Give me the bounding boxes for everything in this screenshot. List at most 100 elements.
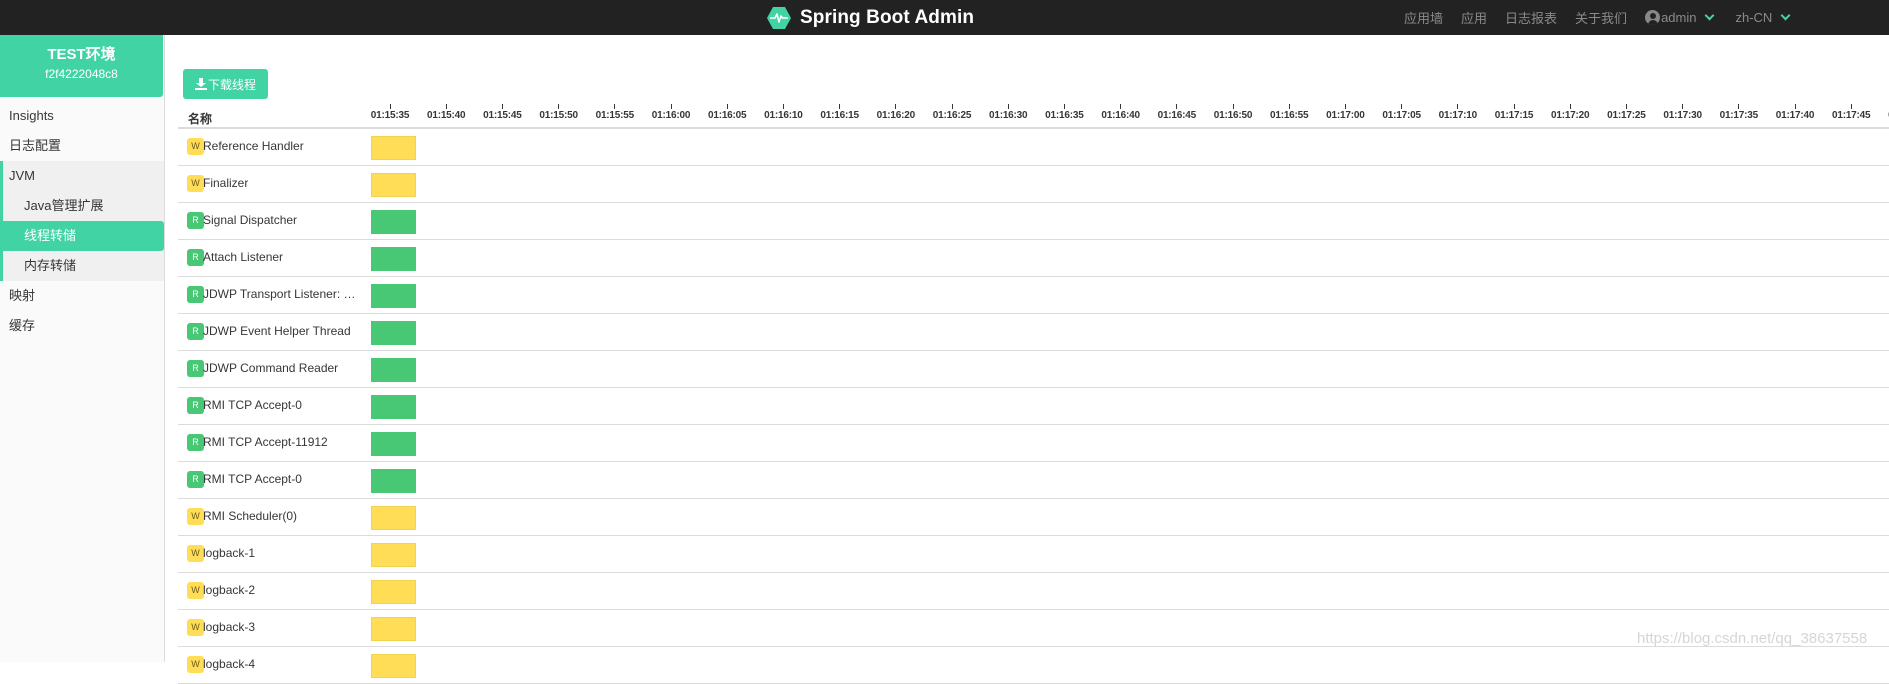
thread-row[interactable]: R Attach Listener <box>178 240 1889 277</box>
thread-name: JDWP Command Reader <box>203 361 339 375</box>
tick-label: 01:17:35 <box>1719 110 1759 121</box>
thread-state-badge: R <box>187 323 204 340</box>
thread-row[interactable]: Wlogback-2 <box>178 573 1889 610</box>
instance-header: TEST环境 f2f4222048c8 <box>0 35 163 97</box>
timeline-tick: 01:17:25 <box>1596 104 1656 121</box>
chevron-down-icon <box>1705 10 1715 21</box>
thread-row[interactable]: R Signal Dispatcher <box>178 203 1889 240</box>
sidebar-item-jvm[interactable]: JVM <box>3 161 164 191</box>
tick-label: 01:17:20 <box>1550 110 1590 121</box>
nav-menu: 应用墙 应用 日志报表 关于我们 admin zh-CN <box>1404 0 1807 35</box>
tick-label: 01:17:45 <box>1831 110 1871 121</box>
user-menu[interactable]: admin <box>1645 10 1715 25</box>
thread-timeline-segment[interactable] <box>371 654 416 678</box>
thread-timeline-segment[interactable] <box>371 247 416 271</box>
thread-row[interactable]: Wlogback-4 <box>178 647 1889 684</box>
sidebar-item-insights[interactable]: Insights <box>0 101 164 131</box>
nav-item-wallboard[interactable]: 应用墙 <box>1404 8 1443 27</box>
thread-timeline-segment[interactable] <box>371 580 416 604</box>
thread-row[interactable]: W Reference Handler <box>178 129 1889 166</box>
thread-state-badge: R <box>187 360 204 377</box>
thread-row[interactable]: R JDWP Transport Listener: d... <box>178 277 1889 314</box>
sidebar-item-heapdump[interactable]: 内存转储 <box>3 251 164 281</box>
sidebar-item-mappings[interactable]: 映射 <box>0 281 164 311</box>
tick-label: 01:16:05 <box>707 110 747 121</box>
thread-row[interactable]: W Finalizer <box>178 166 1889 203</box>
thread-name: logback-2 <box>203 583 256 597</box>
timeline-tick: 01:16:55 <box>1259 104 1319 121</box>
thread-name: RMI Scheduler(0) <box>203 509 298 523</box>
timeline-tick: 01:16:00 <box>641 104 701 121</box>
thread-timeline-segment[interactable] <box>371 321 416 345</box>
tick-mark <box>1513 104 1515 109</box>
thread-timeline-segment[interactable] <box>371 617 416 641</box>
nav-item-applications[interactable]: 应用 <box>1461 8 1487 27</box>
timeline-tick: 01:17:20 <box>1540 104 1600 121</box>
thread-row[interactable]: R RMI TCP Accept-11912 <box>178 425 1889 462</box>
thread-timeline-segment[interactable] <box>371 543 416 567</box>
sidebar-item-caches[interactable]: 缓存 <box>0 311 164 341</box>
tick-mark <box>1063 104 1065 109</box>
thread-state-badge: W <box>187 508 204 525</box>
timeline-tick: 01:16:20 <box>866 104 926 121</box>
instance-name: TEST环境 <box>47 46 116 63</box>
thread-state-badge: R <box>187 434 204 451</box>
tick-label: 01:17:25 <box>1607 110 1646 121</box>
thread-state-badge: W <box>187 619 204 636</box>
thread-name: RMI TCP Accept-0 <box>203 398 302 412</box>
timeline-tick: 01:15:55 <box>585 104 645 121</box>
thread-timeline-segment[interactable] <box>371 173 416 197</box>
thread-name: Reference Handler <box>203 139 304 153</box>
thread-row[interactable]: R JDWP Event Helper Thread <box>178 314 1889 351</box>
sidebar-item-loggers[interactable]: 日志配置 <box>0 131 164 161</box>
nav-item-about[interactable]: 关于我们 <box>1575 8 1627 27</box>
sidebar-item-jmx[interactable]: Java管理扩展 <box>3 191 164 221</box>
thread-row[interactable]: R RMI TCP Accept-0 <box>178 388 1889 425</box>
brand[interactable]: Spring Boot Admin <box>767 0 974 35</box>
tick-mark <box>1344 104 1346 109</box>
thread-timeline-segment[interactable] <box>371 395 416 419</box>
thread-state-badge: R <box>187 212 204 229</box>
heartbeat-hexagon-icon <box>767 6 791 29</box>
thread-timeline-segment[interactable] <box>371 284 416 308</box>
tick-mark <box>726 104 728 109</box>
thread-state-badge: R <box>187 471 204 488</box>
threads-table-body: W Reference Handler W Finalizer R Signal Disp… <box>178 129 1889 684</box>
thread-timeline-segment[interactable] <box>371 469 416 493</box>
thread-timeline-segment[interactable] <box>371 506 416 530</box>
thread-state-badge: W <box>187 138 204 155</box>
thread-row[interactable]: Wlogback-1 <box>178 536 1889 573</box>
timeline-tick: 01:17:35 <box>1709 104 1769 121</box>
thread-row[interactable]: R JDWP Command Reader <box>178 351 1889 388</box>
sidebar-item-threaddump[interactable]: 线程转储 <box>0 221 164 251</box>
thread-row[interactable]: R RMI TCP Accept-0 <box>178 462 1889 499</box>
language-label: zh-CN <box>1735 10 1773 25</box>
thread-timeline-segment[interactable] <box>371 358 416 382</box>
thread-state-badge: R <box>187 397 204 414</box>
thread-timeline-segment[interactable] <box>371 432 416 456</box>
tick-mark <box>389 104 391 109</box>
tick-label: 01:16:30 <box>988 110 1028 121</box>
language-menu[interactable]: zh-CN <box>1735 10 1791 25</box>
threads-table-header: 名称 01:15:35 01:15:40 01:15:45 01:15:50 01:15… <box>178 104 1889 129</box>
timeline-tick: 01:15:35 <box>360 104 420 121</box>
thread-row[interactable]: W RMI Scheduler(0) <box>178 499 1889 536</box>
tick-mark <box>782 104 784 109</box>
nav-item-journal[interactable]: 日志报表 <box>1505 8 1557 27</box>
thread-state-badge: W <box>187 582 204 599</box>
timeline-tick: 01:16:10 <box>753 104 813 121</box>
thread-timeline-segment[interactable] <box>371 210 416 234</box>
timeline-tick: 01:15:40 <box>416 104 476 121</box>
timeline-tick: 01:17:05 <box>1372 104 1432 121</box>
tick-mark <box>1457 104 1459 109</box>
timeline-tick: 01:16:50 <box>1203 104 1263 121</box>
thread-timeline-segment[interactable] <box>371 136 416 160</box>
thread-name: Finalizer <box>203 176 249 190</box>
thread-name: logback-1 <box>203 546 256 560</box>
tick-label: 01:17:05 <box>1382 110 1421 121</box>
thread-row[interactable]: Wlogback-3 <box>178 610 1889 647</box>
tick-label: 01:17:15 <box>1494 110 1534 121</box>
tick-mark <box>501 104 503 109</box>
tick-label: 01:16:55 <box>1269 110 1309 121</box>
download-threaddump-button[interactable]: 下载线程 <box>183 69 269 99</box>
